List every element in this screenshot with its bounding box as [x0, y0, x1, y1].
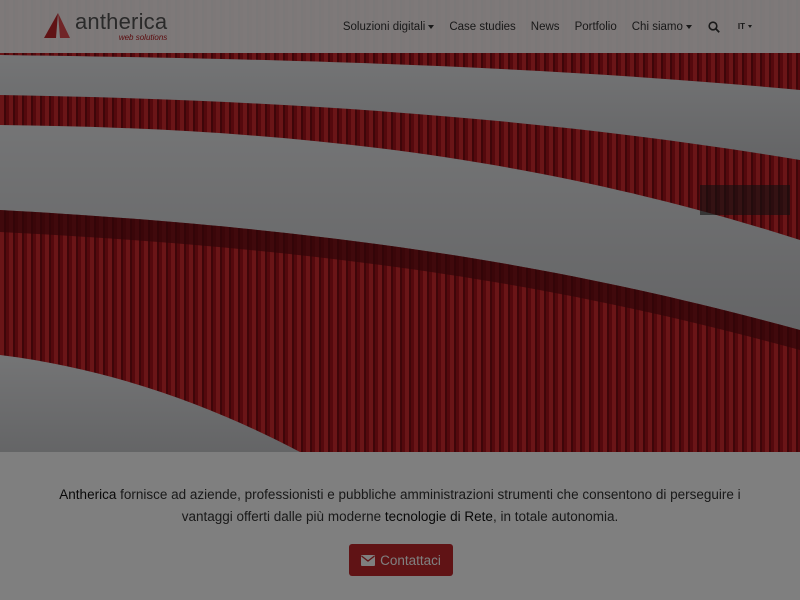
modal-backdrop[interactable]: [0, 0, 800, 600]
